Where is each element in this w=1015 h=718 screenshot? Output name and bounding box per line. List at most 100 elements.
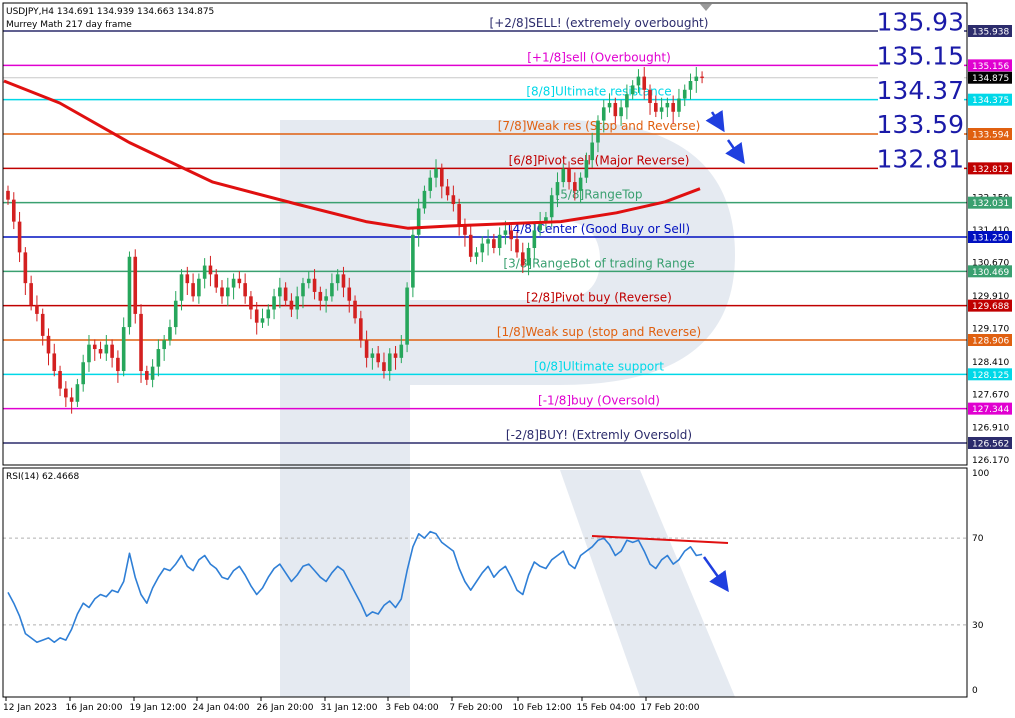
candle-body (434, 168, 438, 178)
candle-body (428, 177, 433, 191)
candle-body (156, 349, 161, 367)
candle-body (46, 335, 51, 354)
price-tick-label: 126.170 (972, 456, 1009, 466)
candle-body (58, 371, 62, 389)
rsi-tick-label: 100 (972, 469, 989, 479)
level-price-tag-text: 130.469 (972, 268, 1009, 278)
level-price-tag-text: 135.938 (972, 28, 1009, 38)
candle-body (422, 190, 427, 209)
candle-body (324, 296, 328, 301)
candle-body (347, 287, 352, 301)
candle-body (619, 107, 623, 117)
rsi-label: RSI(14) 62.4668 (6, 472, 79, 482)
time-tick-label: 15 Feb 04:00 (576, 703, 635, 713)
candle-body (411, 234, 415, 288)
candle-body (601, 107, 606, 121)
candle-body (549, 195, 554, 218)
rsi-tick-label: 30 (972, 621, 984, 631)
candle-body (162, 340, 166, 350)
big-level-label: 133.59 (877, 110, 964, 139)
candle-body (168, 327, 172, 341)
time-tick-label: 16 Jan 20:00 (66, 703, 123, 713)
candle-body (312, 278, 317, 292)
candle-body (249, 296, 253, 310)
candle-body (440, 168, 444, 187)
time-tick-label: 26 Jan 20:00 (257, 703, 314, 713)
symbol-ohlc-line: USDJPY,H4 134.691 134.939 134.663 134.87… (6, 7, 214, 17)
candle-body (480, 243, 485, 253)
big-level-label: 134.37 (877, 76, 964, 105)
candle-body (573, 182, 577, 191)
candle-body (295, 296, 299, 310)
candle-body (700, 76, 704, 78)
candle-body (688, 81, 693, 90)
time-tick-label: 7 Feb 20:00 (449, 703, 503, 713)
big-level-label: 132.81 (877, 144, 964, 173)
candle-body (636, 76, 641, 86)
candle-body (220, 287, 224, 297)
candle-body (75, 384, 80, 402)
candle-body (98, 349, 103, 354)
candle-body (237, 278, 242, 284)
candle-body (694, 76, 699, 82)
candle-body (254, 309, 259, 323)
price-chart: [+2/8]SELL! (extremely overbought) [+1/8]… (0, 0, 1015, 718)
candle-body (278, 287, 282, 297)
big-level-label: 135.93 (877, 7, 964, 36)
level-price-tag-text: 132.812 (972, 165, 1009, 175)
candle-body (11, 199, 16, 222)
candle-body (486, 239, 490, 244)
level-price-tag-text: 126.562 (972, 440, 1009, 450)
rsi-tick-label: 0 (972, 686, 978, 696)
candle-body (52, 353, 57, 372)
price-tick-label: 128.410 (972, 358, 1009, 368)
candle-body (266, 309, 271, 319)
level-price-tag-text: 133.594 (972, 131, 1009, 141)
candle-body (382, 362, 386, 372)
time-tick-label: 17 Feb 20:00 (640, 703, 699, 713)
candle-body (399, 344, 404, 358)
candle-body (116, 357, 120, 372)
murrey-level-label: [-2/8]BUY! (Extremly Oversold) (506, 428, 692, 442)
level-price-tag-text: 128.125 (972, 371, 1009, 381)
candle-body (359, 318, 363, 341)
candle-body (677, 98, 681, 112)
candle-body (185, 274, 190, 284)
indicator-name: Murrey Math 217 day frame (6, 20, 132, 30)
candle-body (520, 252, 525, 266)
candle-body (40, 313, 45, 336)
candle-body (665, 102, 670, 108)
candle-body (17, 221, 22, 253)
candle-body (110, 344, 114, 358)
candle-body (173, 300, 178, 328)
candle-body (364, 340, 369, 358)
candle-body (584, 160, 589, 178)
candle-body (613, 102, 618, 117)
candle-body (29, 283, 33, 306)
murrey-level-label: [-1/8]buy (Oversold) (538, 394, 660, 408)
candle-body (179, 274, 184, 301)
candle-body (318, 291, 323, 301)
time-tick-label: 19 Jan 12:00 (130, 703, 187, 713)
candle-body (596, 120, 600, 143)
candle-body (69, 397, 74, 402)
candle-body (393, 353, 398, 358)
candle-body (445, 186, 450, 196)
candle-body (197, 278, 201, 297)
time-tick-label: 24 Jan 04:00 (193, 703, 250, 713)
candle-body (243, 283, 247, 297)
candle-body (416, 208, 421, 235)
candle-body (370, 353, 375, 358)
candle-body (503, 230, 508, 235)
candle-body (127, 256, 132, 328)
murrey-level-label: [5/8]RangeTop (556, 188, 643, 202)
candle-body (92, 344, 97, 350)
level-price-tag-text: 131.250 (972, 234, 1009, 244)
candle-body (682, 89, 687, 99)
candle-body (283, 287, 288, 301)
candle-body (35, 305, 39, 314)
candle-body (451, 195, 456, 205)
rsi-tick-label: 70 (972, 534, 984, 544)
candle-body (64, 388, 68, 398)
candle-body (497, 234, 502, 248)
